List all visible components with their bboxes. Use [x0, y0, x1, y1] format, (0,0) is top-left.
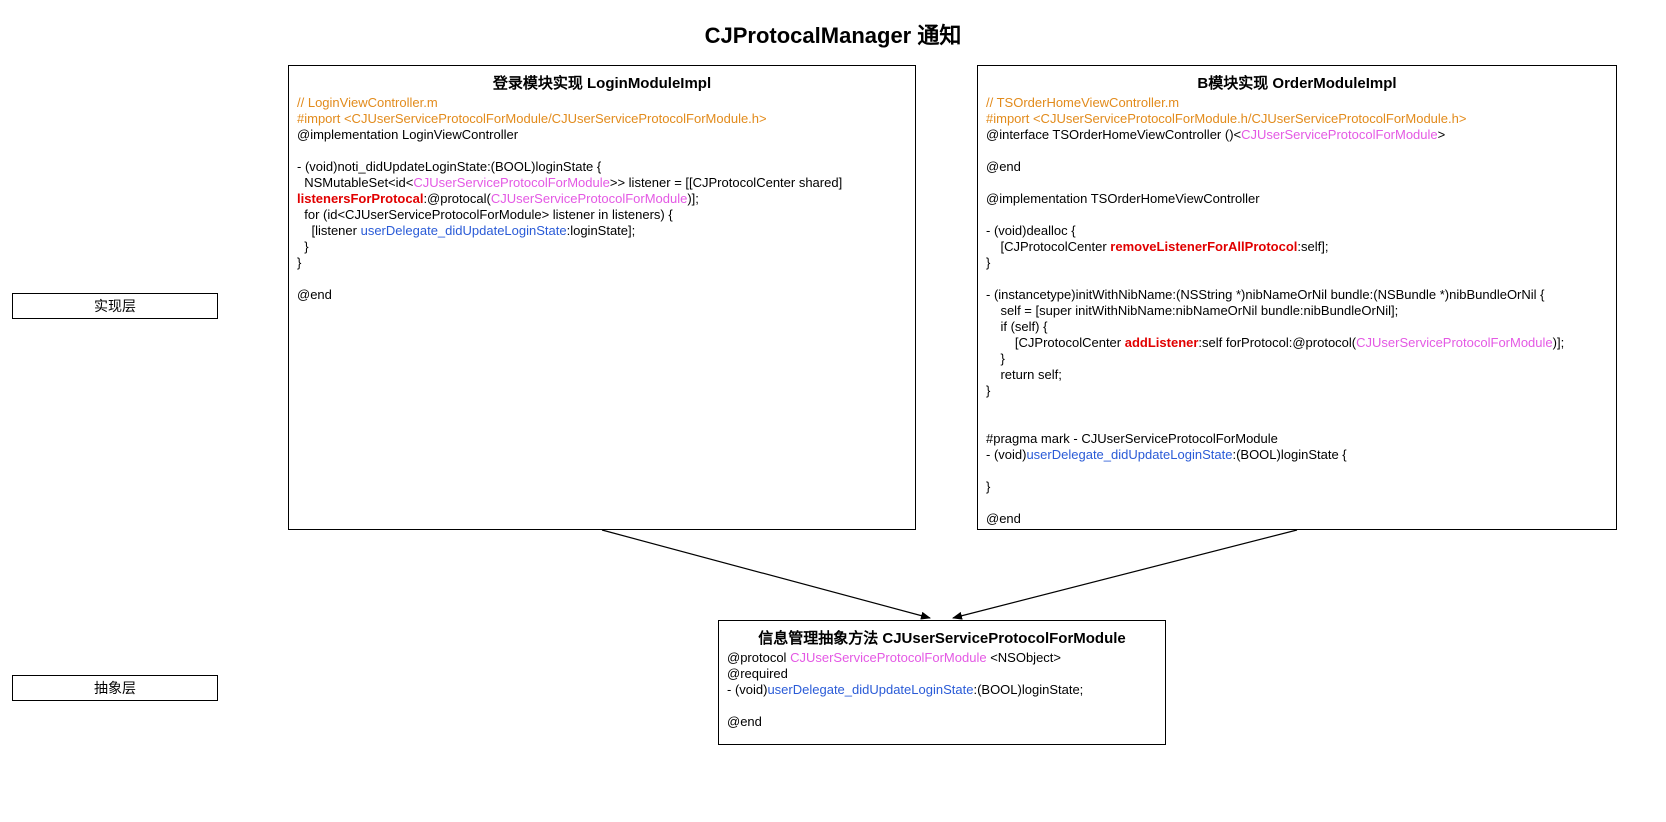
diagram-title: CJProtocalManager 通知 [0, 18, 1666, 50]
box-abstract-title: 信息管理抽象方法 CJUserServiceProtocolForModule [727, 627, 1157, 648]
box-order-module-impl: B模块实现 OrderModuleImpl // TSOrderHomeView… [977, 65, 1617, 530]
box-login-module-impl: 登录模块实现 LoginModuleImpl // LoginViewContr… [288, 65, 916, 530]
box-login-code: // LoginViewController.m #import <CJUser… [297, 95, 907, 303]
arrow-login-to-abstract [602, 530, 930, 618]
box-login-title: 登录模块实现 LoginModuleImpl [297, 72, 907, 93]
side-label-abstract: 抽象层 [12, 675, 218, 701]
side-label-impl: 实现层 [12, 293, 218, 319]
box-order-title: B模块实现 OrderModuleImpl [986, 72, 1608, 93]
arrow-order-to-abstract [953, 530, 1297, 618]
box-abstract-code: @protocol CJUserServiceProtocolForModule… [727, 650, 1157, 730]
box-abstract-protocol: 信息管理抽象方法 CJUserServiceProtocolForModule … [718, 620, 1166, 745]
box-order-code: // TSOrderHomeViewController.m #import <… [986, 95, 1608, 527]
